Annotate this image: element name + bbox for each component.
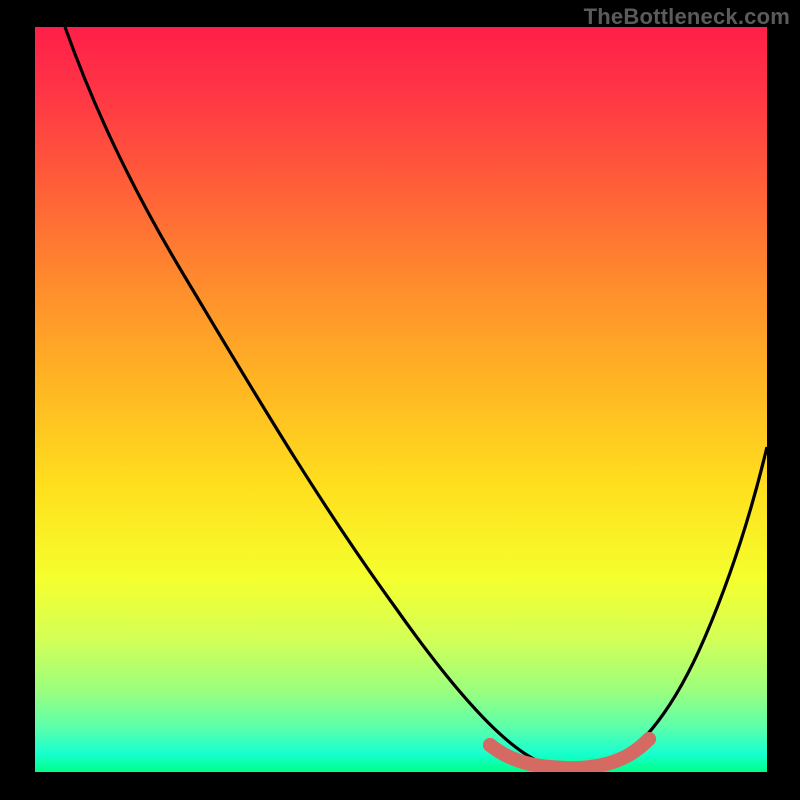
- plot-area: [35, 27, 767, 772]
- watermark-text: TheBottleneck.com: [584, 4, 790, 30]
- marker-dot-right: [642, 732, 656, 746]
- marker-dot-left: [483, 738, 497, 752]
- bottleneck-curve: [35, 27, 767, 772]
- chart-frame: TheBottleneck.com: [0, 0, 800, 800]
- curve-path: [65, 27, 767, 767]
- optimal-marker: [490, 739, 649, 768]
